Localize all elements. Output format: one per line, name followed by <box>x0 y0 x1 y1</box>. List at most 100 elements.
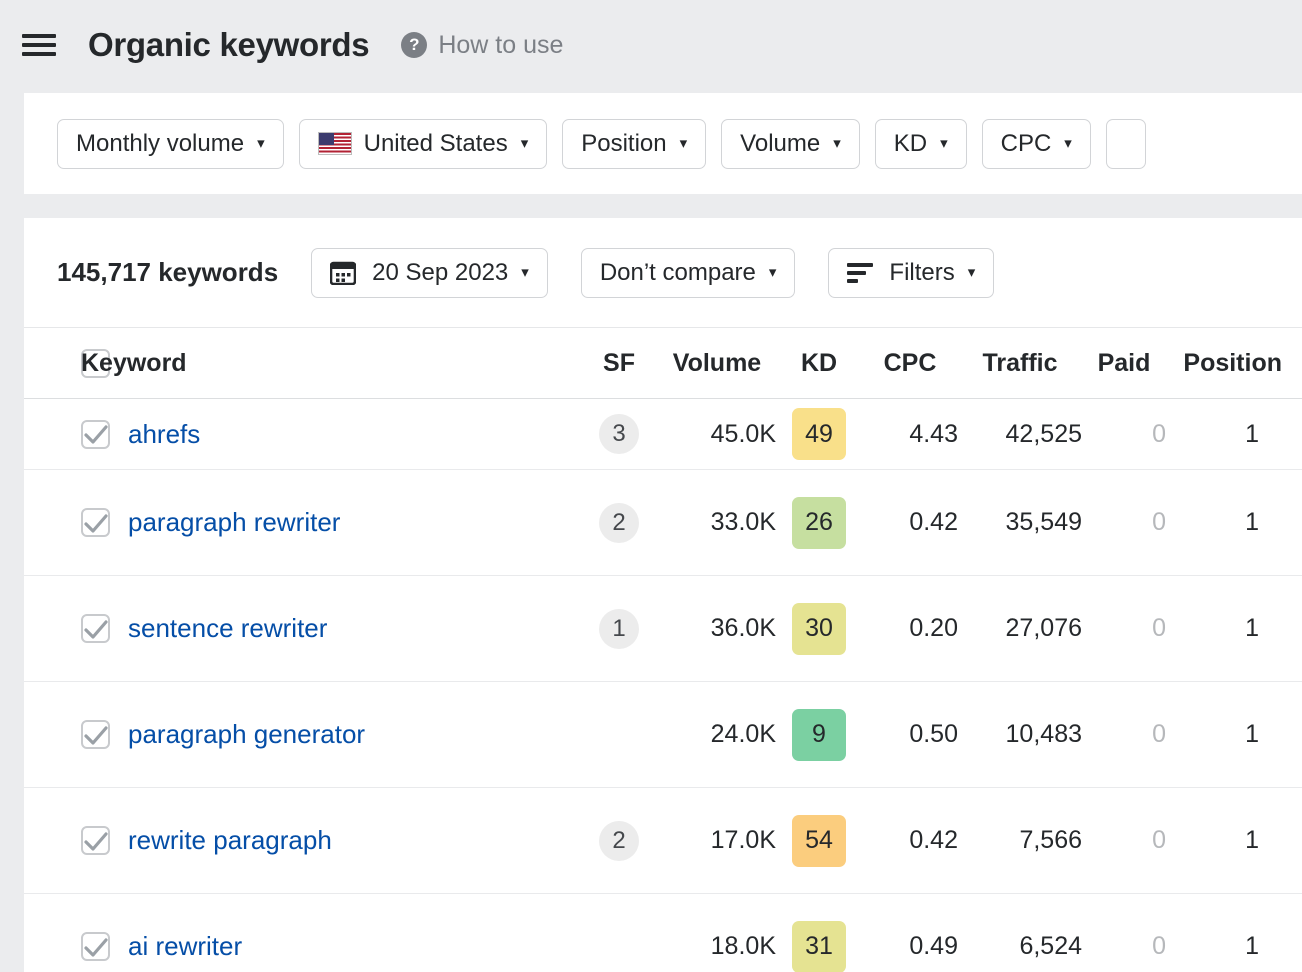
filter-chip-cpc[interactable]: CPC ▾ <box>982 119 1091 169</box>
results-panel: 145,717 keywords 20 Sep 2023 ▾ Don’t com… <box>24 218 1302 972</box>
table-header-row: Keyword SF Volume KD CPC Traffic Paid Po… <box>24 328 1302 399</box>
traffic-cell: 35,549 <box>958 470 1082 576</box>
column-header-position[interactable]: Position <box>1166 328 1302 399</box>
traffic-cell: 42,525 <box>958 399 1082 470</box>
kd-cell: 54 <box>776 788 862 894</box>
keyword-cell: ai rewriter <box>81 894 580 972</box>
chevron-down-icon: ▾ <box>680 136 688 151</box>
column-header-sf[interactable]: SF <box>580 328 658 399</box>
table-row[interactable]: paragraph rewriter233.0K260.4235,54901 <box>24 470 1302 576</box>
filters-label: Filters <box>889 259 954 287</box>
checkmark-icon <box>81 419 111 449</box>
page-header: Organic keywords ? How to use <box>0 0 1302 90</box>
compare-dropdown[interactable]: Don’t compare ▾ <box>581 248 796 298</box>
volume-cell: 45.0K <box>658 399 776 470</box>
checkmark-icon <box>81 508 111 538</box>
sf-cell: 2 <box>580 788 658 894</box>
cpc-cell: 4.43 <box>862 399 958 470</box>
sf-badge: 3 <box>599 414 639 454</box>
chevron-down-icon: ▾ <box>521 265 529 280</box>
filter-lines-icon <box>847 263 873 283</box>
date-picker-label: 20 Sep 2023 <box>372 259 508 287</box>
kd-cell: 49 <box>776 399 862 470</box>
column-header-keyword[interactable]: Keyword <box>81 328 580 399</box>
keyword-link[interactable]: rewrite paragraph <box>128 825 332 856</box>
filter-chip-label: Position <box>581 130 666 158</box>
results-toolbar: 145,717 keywords 20 Sep 2023 ▾ Don’t com… <box>24 218 1302 327</box>
checkmark-icon <box>81 826 111 856</box>
kd-badge: 9 <box>792 709 846 761</box>
keyword-cell: rewrite paragraph <box>81 788 580 894</box>
sf-badge: 2 <box>599 503 639 543</box>
volume-cell: 33.0K <box>658 470 776 576</box>
chevron-down-icon: ▾ <box>833 136 841 151</box>
checkmark-icon <box>81 720 111 750</box>
column-header-kd[interactable]: KD <box>776 328 862 399</box>
table-row[interactable]: ai rewriter18.0K310.496,52401 <box>24 894 1302 972</box>
calendar-icon <box>330 260 356 285</box>
how-to-use-link[interactable]: ? How to use <box>401 31 563 60</box>
table-row[interactable]: paragraph generator24.0K90.5010,48301 <box>24 682 1302 788</box>
filter-chip-label: CPC <box>1001 130 1052 158</box>
table-row[interactable]: rewrite paragraph217.0K540.427,56601 <box>24 788 1302 894</box>
paid-cell: 0 <box>1082 576 1166 682</box>
filter-chip-volume[interactable]: Volume ▾ <box>721 119 860 169</box>
keyword-count: 145,717 keywords <box>57 257 278 288</box>
traffic-cell: 7,566 <box>958 788 1082 894</box>
paid-cell: 0 <box>1082 894 1166 972</box>
paid-cell: 0 <box>1082 682 1166 788</box>
filter-chip-label: Volume <box>740 130 820 158</box>
keyword-link[interactable]: paragraph generator <box>128 719 365 750</box>
column-header-paid[interactable]: Paid <box>1082 328 1166 399</box>
position-cell: 1 <box>1166 576 1302 682</box>
keyword-link[interactable]: ahrefs <box>128 419 200 450</box>
paid-cell: 0 <box>1082 788 1166 894</box>
paid-cell: 0 <box>1082 399 1166 470</box>
filter-chip-label: KD <box>894 130 927 158</box>
kd-cell: 9 <box>776 682 862 788</box>
column-header-traffic[interactable]: Traffic <box>958 328 1082 399</box>
how-to-use-label: How to use <box>438 31 563 60</box>
keyword-cell: paragraph rewriter <box>81 470 580 576</box>
filter-chip-kd[interactable]: KD ▾ <box>875 119 967 169</box>
filter-chip-label: United States <box>364 130 508 158</box>
filter-chip-monthly-volume[interactable]: Monthly volume ▾ <box>57 119 284 169</box>
hamburger-menu-icon[interactable] <box>22 31 56 59</box>
kd-badge: 54 <box>792 815 846 867</box>
chevron-down-icon: ▾ <box>521 136 529 151</box>
table-body: ahrefs345.0K494.4342,52501paragraph rewr… <box>24 399 1302 972</box>
keyword-link[interactable]: sentence rewriter <box>128 613 327 644</box>
kd-badge: 26 <box>792 497 846 549</box>
position-cell: 1 <box>1166 682 1302 788</box>
sf-cell <box>580 894 658 972</box>
column-header-cpc[interactable]: CPC <box>862 328 958 399</box>
keyword-link[interactable]: paragraph rewriter <box>128 507 340 538</box>
traffic-cell: 27,076 <box>958 576 1082 682</box>
filter-chip-position[interactable]: Position ▾ <box>562 119 706 169</box>
checkmark-icon <box>81 932 111 962</box>
kd-cell: 26 <box>776 470 862 576</box>
traffic-cell: 6,524 <box>958 894 1082 972</box>
cpc-cell: 0.42 <box>862 788 958 894</box>
date-picker-button[interactable]: 20 Sep 2023 ▾ <box>311 248 548 298</box>
keyword-link[interactable]: ai rewriter <box>128 931 242 962</box>
table-row[interactable]: ahrefs 3 45.0K494.4342,52501 <box>24 399 1302 470</box>
filters-button[interactable]: Filters ▾ <box>828 248 994 298</box>
row-select-cell <box>24 788 81 894</box>
position-cell: 1 <box>1166 399 1302 470</box>
filter-chip-label: Monthly volume <box>76 130 244 158</box>
volume-cell: 18.0K <box>658 894 776 972</box>
column-header-volume[interactable]: Volume <box>658 328 776 399</box>
sf-badge: 2 <box>599 821 639 861</box>
filter-chip-overflow[interactable] <box>1106 119 1146 169</box>
volume-cell: 24.0K <box>658 682 776 788</box>
filter-chip-country[interactable]: United States ▾ <box>299 119 548 169</box>
table-row[interactable]: sentence rewriter136.0K300.2027,07601 <box>24 576 1302 682</box>
cpc-cell: 0.20 <box>862 576 958 682</box>
kd-cell: 30 <box>776 576 862 682</box>
keyword-cell: paragraph generator <box>81 682 580 788</box>
chevron-down-icon: ▾ <box>1064 136 1072 151</box>
cpc-cell: 0.42 <box>862 470 958 576</box>
keyword-cell: sentence rewriter <box>81 576 580 682</box>
row-select-cell <box>24 576 81 682</box>
